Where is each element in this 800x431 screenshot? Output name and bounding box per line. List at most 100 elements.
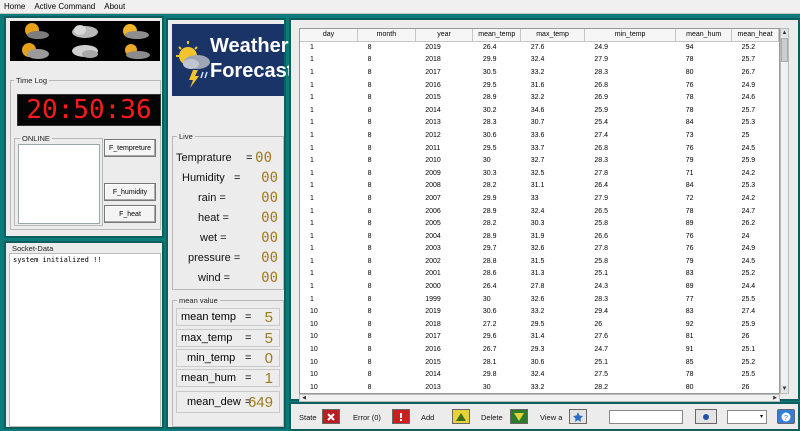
online-list[interactable] bbox=[18, 144, 100, 224]
table-row[interactable]: 1 8 2017 30.5 33.2 28.3 80 26.7 bbox=[300, 66, 779, 79]
triangle-up-icon bbox=[456, 412, 466, 421]
search-button[interactable] bbox=[695, 409, 717, 424]
storm-sun-icon bbox=[176, 41, 210, 88]
table-cell: 24.6 bbox=[741, 94, 756, 102]
table-row[interactable]: 1 8 2001 28.6 31.3 25.1 83 25.2 bbox=[300, 268, 779, 281]
table-cell: 10 bbox=[310, 333, 318, 341]
table-cell: 8 bbox=[367, 182, 372, 190]
table-cell: 32.5 bbox=[530, 169, 545, 177]
help-button[interactable]: ? bbox=[777, 409, 795, 424]
live-value-wind: 00 bbox=[261, 270, 278, 286]
column-header[interactable]: mean_temp bbox=[472, 29, 522, 42]
table-cell: 33.6 bbox=[530, 131, 545, 139]
scroll-up-icon[interactable]: ▲ bbox=[781, 29, 788, 37]
table-row[interactable]: 1 8 2013 28.3 30.7 25.4 84 25.3 bbox=[300, 117, 779, 130]
table-cell: 1 bbox=[310, 182, 314, 190]
table-row[interactable]: 10 8 2014 29.8 32.4 27.5 78 25.5 bbox=[300, 368, 779, 381]
table-row[interactable]: 1 8 2019 26.4 27.6 24.9 94 25.2 bbox=[300, 41, 779, 54]
table-cell: 1 bbox=[310, 232, 314, 240]
table-row[interactable]: 10 8 2017 29.6 31.4 27.6 81 26 bbox=[300, 331, 779, 344]
search-input[interactable] bbox=[609, 410, 683, 424]
table-row[interactable]: 1 8 2000 26.4 27.8 24.3 89 24.4 bbox=[300, 280, 779, 293]
table-row[interactable]: 10 8 2015 28.1 30.6 25.1 85 25.2 bbox=[300, 356, 779, 369]
table-row[interactable]: 1 8 2002 28.8 31.5 25.8 79 24.5 bbox=[300, 255, 779, 268]
table-row[interactable]: 1 8 2012 30.6 33.6 27.4 73 25 bbox=[300, 129, 779, 142]
view-label: View a bbox=[540, 413, 563, 422]
table-cell: 2018 bbox=[425, 56, 441, 64]
table-cell: 27.2 bbox=[482, 320, 497, 328]
table-row[interactable]: 1 8 2004 28.9 31.9 26.6 76 24 bbox=[300, 230, 779, 243]
table-cell: 25.1 bbox=[741, 346, 756, 354]
table-cell: 10 bbox=[310, 371, 318, 379]
horizontal-scrollbar[interactable]: ◀ ▶ bbox=[299, 394, 780, 402]
menu-active-command[interactable]: Active Command bbox=[34, 2, 95, 11]
column-header[interactable]: day bbox=[300, 29, 359, 42]
table-row[interactable]: 1 8 1999 30 32.6 28.3 77 25.5 bbox=[300, 293, 779, 306]
f-heat-button[interactable]: F_heat bbox=[104, 205, 156, 223]
view-button[interactable] bbox=[569, 409, 587, 424]
column-header[interactable]: year bbox=[415, 29, 474, 42]
table-cell: 33.2 bbox=[530, 383, 545, 391]
table-row[interactable]: 1 8 2006 28.9 32.4 26.5 78 24.7 bbox=[300, 205, 779, 218]
scroll-thumb[interactable] bbox=[781, 38, 788, 62]
delete-button[interactable] bbox=[510, 409, 528, 424]
table-row[interactable]: 10 8 2016 26.7 29.3 24.7 91 25.1 bbox=[300, 343, 779, 356]
state-button[interactable] bbox=[322, 409, 340, 424]
table-row[interactable]: 1 8 2014 30.2 34.6 25.9 78 25.7 bbox=[300, 104, 779, 117]
table-cell: 28.3 bbox=[482, 119, 497, 127]
column-header[interactable]: mean_heat bbox=[731, 29, 779, 42]
table-cell: 10 bbox=[310, 320, 318, 328]
table-cell: 24.2 bbox=[741, 194, 756, 202]
table-row[interactable]: 1 8 2003 29.7 32.6 27.8 76 24.9 bbox=[300, 243, 779, 256]
table-cell: 2016 bbox=[425, 346, 441, 354]
timelog-label: Time Log bbox=[14, 76, 49, 85]
table-row[interactable]: 10 8 2019 30.6 33.2 29.4 83 27.4 bbox=[300, 305, 779, 318]
equals-sign: = bbox=[245, 352, 252, 364]
table-cell: 32.6 bbox=[530, 295, 545, 303]
table-cell: 10 bbox=[310, 383, 318, 391]
menu-home[interactable]: Home bbox=[4, 2, 25, 11]
socket-log[interactable]: system initialized !! bbox=[9, 253, 161, 427]
live-label-pressure: pressure = bbox=[188, 252, 241, 264]
scroll-left-icon[interactable]: ◀ bbox=[300, 395, 308, 401]
table-row[interactable]: 10 8 2018 27.2 29.5 26 92 25.9 bbox=[300, 318, 779, 331]
table-cell: 26.4 bbox=[482, 283, 497, 291]
table-cell: 8 bbox=[367, 144, 372, 152]
table-row[interactable]: 10 8 2013 30 33.2 28.2 80 26 bbox=[300, 381, 779, 393]
table-row[interactable]: 1 8 2015 28.9 32.2 26.9 78 24.6 bbox=[300, 91, 779, 104]
column-header[interactable]: mean_hum bbox=[675, 29, 733, 42]
table-cell: 2018 bbox=[425, 320, 441, 328]
data-grid[interactable]: day month year mean_temp max_temp min_temp mea… bbox=[299, 28, 780, 394]
live-label-humidity: Humidity bbox=[182, 172, 225, 184]
table-cell: 8 bbox=[367, 295, 372, 303]
table-cell: 8 bbox=[367, 106, 372, 114]
table-cell: 26 bbox=[741, 333, 750, 341]
table-cell: 30.2 bbox=[482, 106, 497, 114]
table-row[interactable]: 1 8 2008 28.2 31.1 26.4 84 25.3 bbox=[300, 180, 779, 193]
table-row[interactable]: 1 8 2018 29.9 32.4 27.9 78 25.7 bbox=[300, 54, 779, 67]
table-cell: 8 bbox=[367, 194, 372, 202]
option-select[interactable]: ▾ bbox=[727, 410, 767, 424]
add-button[interactable] bbox=[452, 409, 470, 424]
vertical-scrollbar[interactable]: ▲ ▼ bbox=[780, 28, 789, 394]
menu-about[interactable]: About bbox=[104, 2, 125, 11]
table-row[interactable]: 1 8 2009 30.3 32.5 27.8 71 24.2 bbox=[300, 167, 779, 180]
column-header[interactable]: max_temp bbox=[520, 29, 585, 42]
column-header[interactable]: min_temp bbox=[584, 29, 677, 42]
table-row[interactable]: 1 8 2007 29.9 33 27.9 72 24.2 bbox=[300, 192, 779, 205]
column-header[interactable]: month bbox=[357, 29, 416, 42]
f-temperature-button[interactable]: F_tempreture bbox=[104, 139, 156, 157]
table-cell: 25.8 bbox=[594, 220, 609, 228]
table-row[interactable]: 1 8 2005 28.2 30.3 25.8 89 26.2 bbox=[300, 217, 779, 230]
table-cell: 25.5 bbox=[741, 295, 756, 303]
table-cell: 30.6 bbox=[482, 308, 497, 316]
table-cell: 2001 bbox=[425, 270, 441, 278]
f-humidity-button[interactable]: F_humidity bbox=[104, 183, 156, 201]
table-row[interactable]: 1 8 2011 29.5 33.7 26.8 76 24.5 bbox=[300, 142, 779, 155]
table-row[interactable]: 1 8 2010 30 32.7 28.3 79 25.9 bbox=[300, 154, 779, 167]
table-cell: 34.6 bbox=[530, 106, 545, 114]
table-row[interactable]: 1 8 2016 29.5 31.6 26.8 76 24.9 bbox=[300, 79, 779, 92]
scroll-down-icon[interactable]: ▼ bbox=[781, 385, 788, 393]
error-button[interactable] bbox=[392, 409, 410, 424]
scroll-right-icon[interactable]: ▶ bbox=[771, 395, 779, 401]
